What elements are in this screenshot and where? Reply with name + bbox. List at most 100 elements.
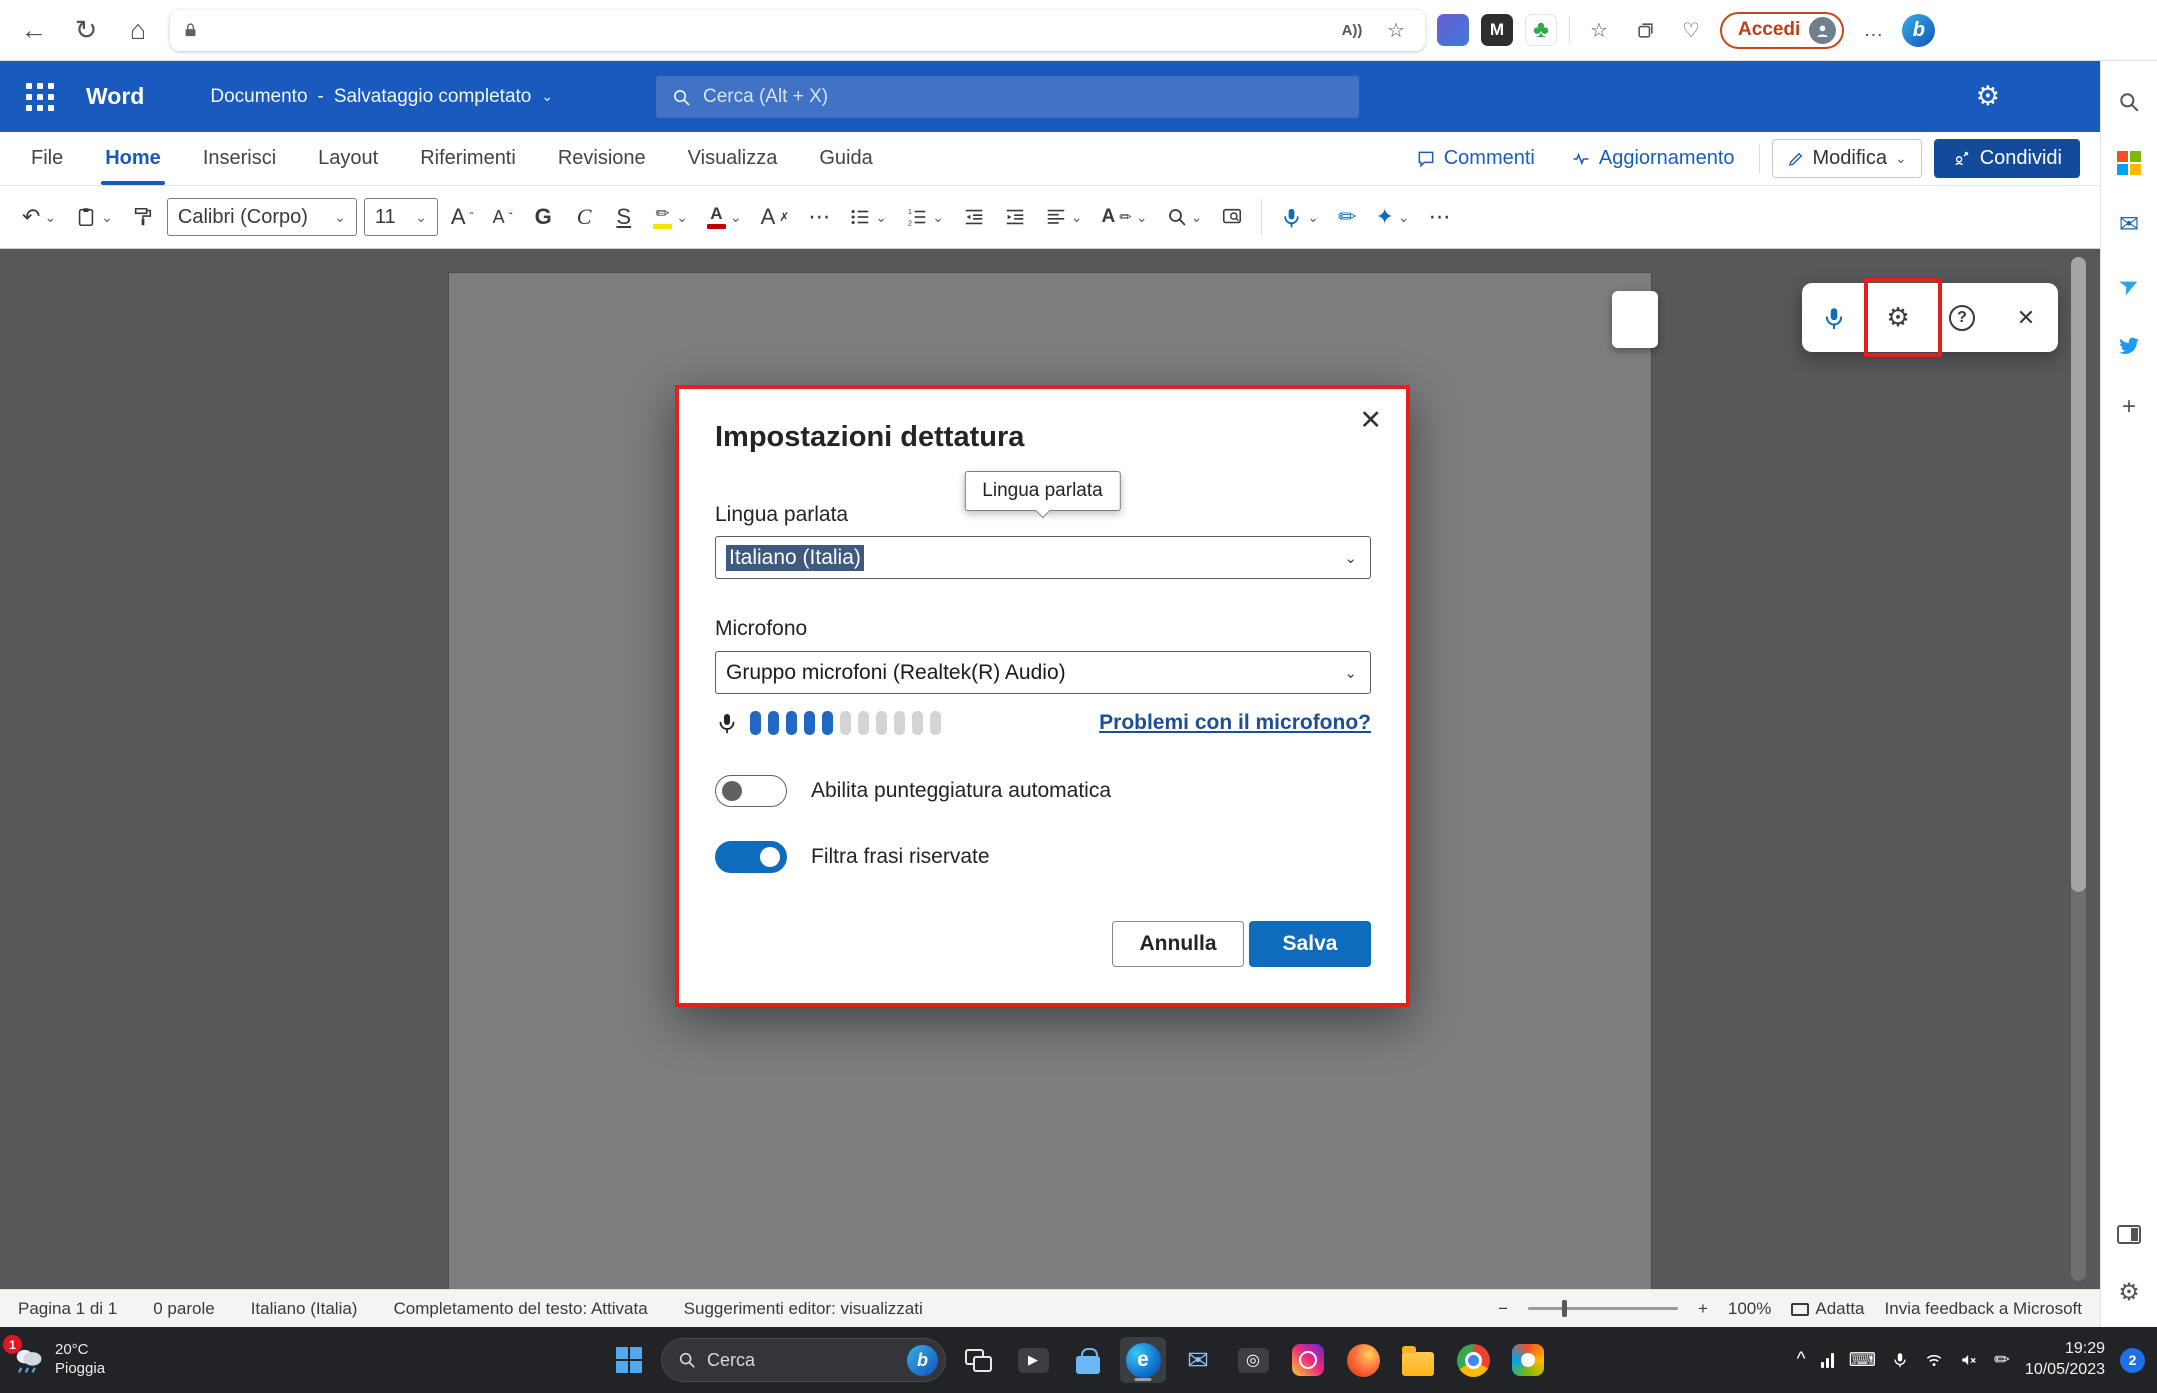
sidebar-microsoft365-icon[interactable] — [2112, 146, 2146, 180]
chrome-app-icon[interactable] — [1450, 1337, 1496, 1383]
extension-icon-3[interactable]: ♣ — [1525, 14, 1557, 46]
zoom-slider-thumb[interactable] — [1562, 1300, 1567, 1317]
document-language[interactable]: Italiano (Italia) — [251, 1299, 358, 1319]
refresh-button[interactable]: ↻ — [66, 10, 106, 50]
updates-button[interactable]: Aggiornamento — [1559, 140, 1747, 177]
home-button[interactable]: ⌂ — [118, 10, 158, 50]
start-button[interactable] — [606, 1337, 652, 1383]
zoom-slider[interactable] — [1528, 1307, 1678, 1310]
weather-widget[interactable]: 1 20°C Pioggia — [10, 1341, 105, 1379]
comments-button[interactable]: Commenti — [1404, 140, 1547, 177]
font-name-select[interactable]: Calibri (Corpo)⌄ — [167, 198, 357, 236]
increase-indent-button[interactable] — [998, 202, 1032, 232]
dialog-close-icon[interactable]: ✕ — [1355, 401, 1386, 440]
clock[interactable]: 19:29 10/05/2023 — [2025, 1339, 2105, 1381]
auto-punctuation-toggle[interactable] — [715, 775, 787, 807]
editor-hints-status[interactable]: Suggerimenti editor: visualizzati — [684, 1299, 923, 1319]
search-box[interactable] — [656, 76, 1359, 118]
task-view-button[interactable] — [955, 1337, 1001, 1383]
browser-essentials-icon[interactable]: ♡ — [1674, 13, 1708, 47]
styles-button[interactable]: A✏ ⌄ — [1096, 202, 1154, 232]
camera-app-icon[interactable]: ◎ — [1230, 1337, 1276, 1383]
more-commands-button[interactable]: ⋯ — [1423, 200, 1457, 234]
file-explorer-app-icon[interactable] — [1395, 1337, 1441, 1383]
clear-formatting-button[interactable]: A✗ — [755, 200, 796, 234]
touch-keyboard-icon[interactable]: ⌨ — [1849, 1349, 1876, 1372]
movies-app-icon[interactable]: ▶ — [1010, 1337, 1056, 1383]
cancel-button[interactable]: Annulla — [1112, 921, 1244, 967]
paste-button[interactable]: ⌄ — [69, 202, 119, 232]
extension-icon-2[interactable]: M — [1481, 14, 1513, 46]
word-count[interactable]: 0 parole — [153, 1299, 214, 1319]
address-bar[interactable]: A)) ☆ — [170, 10, 1425, 51]
zoom-level[interactable]: 100% — [1728, 1299, 1771, 1319]
tab-riferimenti[interactable]: Riferimenti — [399, 132, 537, 185]
sidebar-panel-icon[interactable] — [2112, 1217, 2146, 1251]
sidebar-search-icon[interactable] — [2112, 85, 2146, 119]
zoom-in-button[interactable]: + — [1698, 1299, 1708, 1319]
italic-button[interactable]: C — [568, 202, 601, 232]
page-count[interactable]: Pagina 1 di 1 — [18, 1299, 117, 1319]
designer-button[interactable]: ✦⌄ — [1369, 200, 1415, 234]
language-select[interactable]: Italiano (Italia) ⌄ — [715, 536, 1371, 579]
tab-guida[interactable]: Guida — [798, 132, 893, 185]
edge-app-icon[interactable]: e — [1120, 1337, 1166, 1383]
pen-tray-icon[interactable]: ✏ — [1994, 1349, 2010, 1372]
photos-app-icon[interactable] — [1505, 1337, 1551, 1383]
microphone-help-link[interactable]: Problemi con il microfono? — [1099, 711, 1371, 735]
header-settings-icon[interactable]: ⚙ — [1976, 61, 2000, 132]
dictation-help-button[interactable]: ? — [1938, 294, 1986, 342]
scrollbar-thumb[interactable] — [2071, 257, 2086, 892]
back-button[interactable]: ← — [14, 10, 54, 50]
search-input[interactable] — [703, 86, 1343, 108]
feedback-link[interactable]: Invia feedback a Microsoft — [1885, 1299, 2082, 1319]
app-name[interactable]: Word — [86, 83, 144, 110]
grow-font-button[interactable]: Aˆ — [445, 200, 480, 234]
read-aloud-icon[interactable]: A)) — [1335, 13, 1369, 47]
immersive-reader-button[interactable] — [1215, 202, 1249, 232]
dictate-button[interactable]: ⌄ — [1274, 202, 1325, 233]
volume-muted-icon[interactable] — [1959, 1350, 1979, 1370]
taskbar-search[interactable]: Cerca b — [661, 1338, 946, 1382]
bold-button[interactable]: G — [526, 202, 561, 232]
numbering-button[interactable]: 12 ⌄ — [900, 202, 950, 232]
bullets-button[interactable]: ⌄ — [843, 202, 893, 232]
hidden-icons-button[interactable]: ^ — [1797, 1349, 1806, 1371]
tab-layout[interactable]: Layout — [297, 132, 399, 185]
tab-inserisci[interactable]: Inserisci — [182, 132, 297, 185]
save-button[interactable]: Salva — [1249, 921, 1371, 967]
font-color-button[interactable]: A ⌄ — [701, 201, 748, 233]
tab-visualizza[interactable]: Visualizza — [667, 132, 799, 185]
tab-revisione[interactable]: Revisione — [537, 132, 667, 185]
tab-home[interactable]: Home — [84, 132, 182, 185]
instagram-app-icon[interactable] — [1285, 1337, 1331, 1383]
filter-phrases-toggle[interactable] — [715, 841, 787, 873]
store-app-icon[interactable] — [1065, 1337, 1111, 1383]
sidebar-settings-icon[interactable]: ⚙ — [2112, 1275, 2146, 1309]
dictation-close-button[interactable]: ✕ — [2002, 294, 2050, 342]
favorites-icon[interactable]: ☆ — [1582, 13, 1616, 47]
dictation-settings-button[interactable]: ⚙ — [1874, 294, 1922, 342]
lock-icon[interactable] — [182, 22, 199, 39]
chevron-down-icon[interactable]: ⌄ — [541, 88, 553, 105]
page-side-button[interactable] — [1612, 291, 1658, 348]
sidebar-add-icon[interactable]: + — [2112, 390, 2146, 424]
underline-button[interactable]: S — [607, 202, 640, 232]
microphone-select[interactable]: Gruppo microfoni (Realtek(R) Audio) ⌄ — [715, 651, 1371, 694]
firefox-app-icon[interactable] — [1340, 1337, 1386, 1383]
bing-sidebar-icon[interactable]: b — [1902, 14, 1935, 47]
tab-file[interactable]: File — [10, 132, 84, 185]
save-status[interactable]: Salvataggio completato — [334, 86, 532, 108]
decrease-indent-button[interactable] — [957, 202, 991, 232]
alignment-button[interactable]: ⌄ — [1039, 202, 1089, 232]
shrink-font-button[interactable]: Aˇ — [487, 203, 519, 232]
document-name[interactable]: Documento — [210, 86, 307, 108]
extension-icon-1[interactable] — [1437, 14, 1469, 46]
undo-button[interactable]: ↶⌄ — [16, 200, 62, 234]
font-size-select[interactable]: 11⌄ — [364, 198, 438, 236]
signin-button[interactable]: Accedi — [1720, 12, 1844, 49]
fit-page-button[interactable]: Adatta — [1791, 1299, 1864, 1319]
editing-mode-button[interactable]: Modifica ⌄ — [1772, 139, 1922, 178]
highlight-button[interactable]: ✏ ⌄ — [647, 201, 694, 233]
editor-button[interactable]: ✏ — [1332, 200, 1362, 234]
